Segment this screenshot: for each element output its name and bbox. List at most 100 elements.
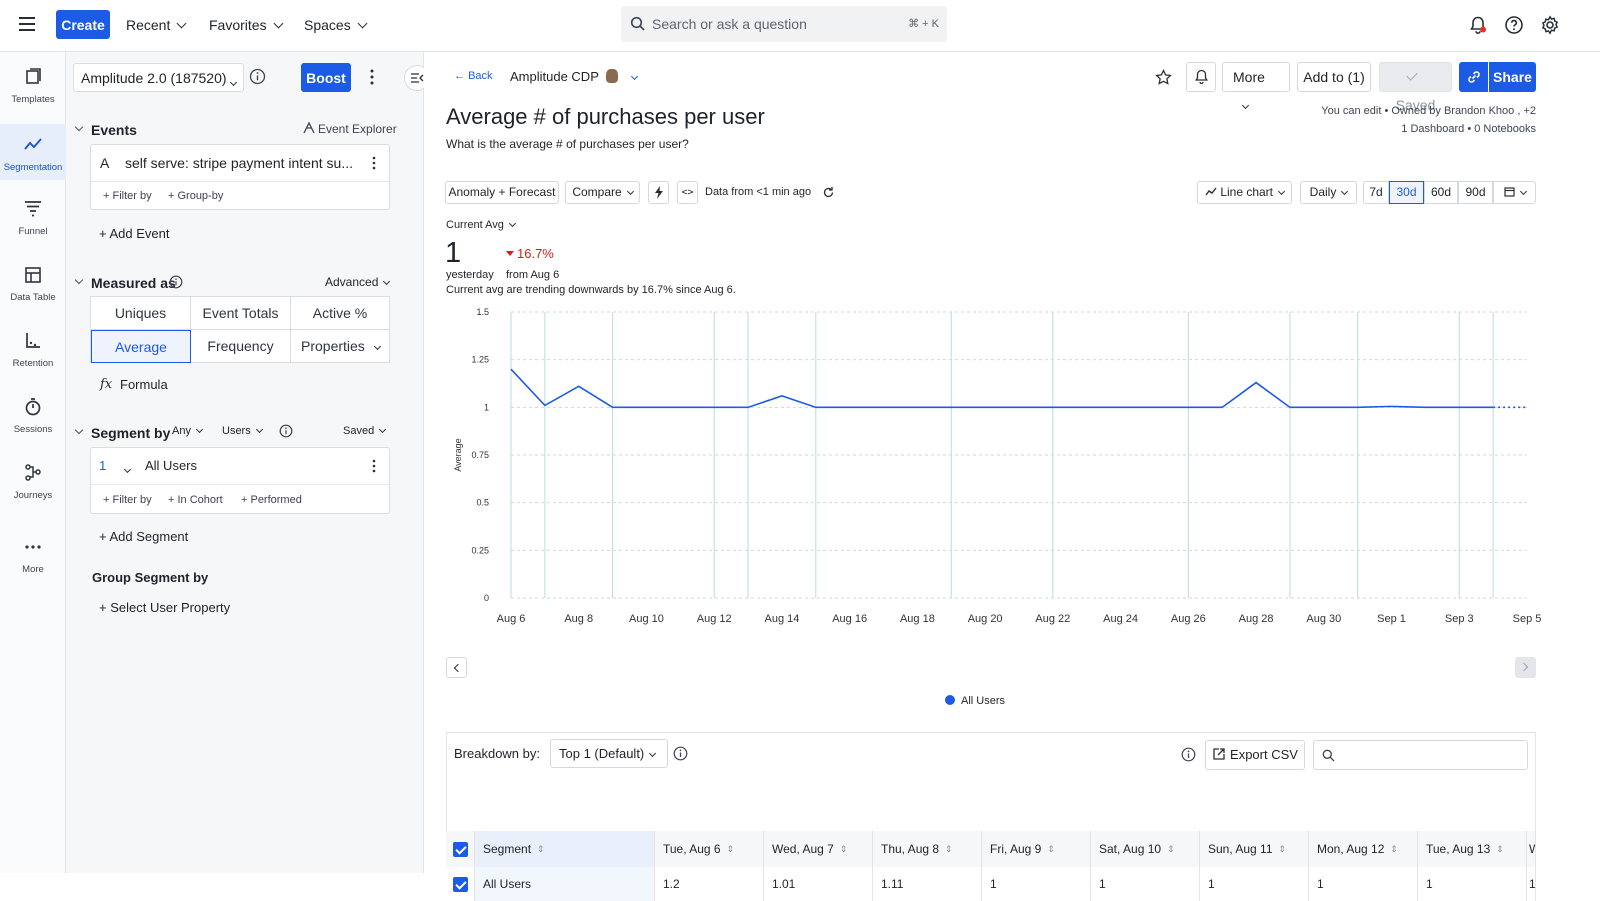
row-checkbox[interactable]	[453, 877, 468, 892]
advanced-dropdown[interactable]: Advanced	[325, 275, 389, 289]
notifications-bell-icon[interactable]	[1468, 15, 1488, 35]
formula-button[interactable]: Formula	[120, 377, 168, 392]
nav-item-templates[interactable]: Templates	[0, 66, 66, 122]
line-chart[interactable]: 1.51.2510.750.50.250Aug 6Aug 8Aug 10Aug …	[424, 302, 1600, 632]
collapse-caret-icon[interactable]	[75, 276, 83, 284]
space-selector[interactable]: Amplitude CDP	[510, 69, 637, 84]
segment-name[interactable]: All Users	[145, 458, 197, 473]
event-explorer-link[interactable]: Event Explorer	[318, 122, 397, 136]
nav-item-funnel[interactable]: Funnel	[0, 198, 66, 254]
chart-next-button[interactable]	[1515, 657, 1536, 678]
column-header[interactable]: Fri, Aug 9⇕	[982, 831, 1091, 867]
back-link[interactable]: ← Back	[454, 70, 493, 82]
favorites-menu[interactable]: Favorites	[201, 10, 290, 40]
measure-active-percent[interactable]: Active %	[291, 297, 390, 330]
nav-item-sessions[interactable]: Sessions	[0, 396, 66, 452]
measure-event-totals[interactable]: Event Totals	[191, 297, 291, 330]
any-dropdown[interactable]: Any	[172, 425, 202, 437]
more-options-vertical-icon[interactable]	[366, 68, 378, 86]
column-header[interactable]: Sun, Aug 11⇕	[1200, 831, 1309, 867]
metric-dropdown[interactable]: Current Avg	[446, 219, 515, 231]
event-options-icon[interactable]	[370, 156, 378, 170]
custom-date-range-button[interactable]	[1493, 181, 1536, 204]
add-segment-button[interactable]: + Add Segment	[99, 529, 188, 544]
performed-button[interactable]: + Performed	[241, 494, 302, 506]
nav-item-journeys[interactable]: Journeys	[0, 462, 66, 518]
sort-icon[interactable]: ⇕	[945, 831, 953, 867]
chart-legend[interactable]: All Users	[945, 695, 1005, 707]
nav-item-segmentation[interactable]: Segmentation	[0, 124, 66, 180]
anomaly-forecast-button[interactable]: Anomaly + Forecast	[445, 181, 559, 204]
subscribe-alert-button[interactable]	[1186, 62, 1216, 92]
sort-icon[interactable]: ⇕	[1279, 831, 1287, 867]
info-icon[interactable]	[1181, 747, 1196, 762]
column-header[interactable]: W	[1527, 831, 1536, 867]
sort-icon[interactable]: ⇕	[1047, 831, 1055, 867]
measure-uniques[interactable]: Uniques	[91, 297, 191, 330]
users-dropdown[interactable]: Users	[222, 425, 262, 437]
segment-column-header[interactable]: Segment⇕	[475, 831, 655, 867]
column-header[interactable]: Tue, Aug 6⇕	[655, 831, 764, 867]
column-header[interactable]: Tue, Aug 13⇕	[1418, 831, 1527, 867]
event-filter-by-button[interactable]: + Filter by	[103, 190, 152, 202]
export-csv-button[interactable]: Export CSV	[1205, 740, 1305, 770]
sort-icon[interactable]: ⇕	[840, 831, 848, 867]
saved-button[interactable]: Saved	[1379, 62, 1452, 92]
nav-item-data-table[interactable]: Data Table	[0, 264, 66, 320]
code-view-button[interactable]: <>	[677, 181, 698, 204]
compare-dropdown[interactable]: Compare	[565, 181, 640, 204]
info-icon[interactable]	[249, 68, 266, 85]
favorite-star-icon[interactable]	[1155, 69, 1172, 86]
add-event-button[interactable]: + Add Event	[99, 226, 169, 241]
select-user-property-button[interactable]: + Select User Property	[99, 600, 230, 615]
measure-average[interactable]: Average	[91, 330, 191, 363]
create-button[interactable]: Create	[56, 10, 110, 39]
chart-prev-button[interactable]	[446, 657, 467, 678]
sort-icon[interactable]: ⇕	[537, 831, 545, 867]
copy-link-button[interactable]	[1459, 62, 1488, 92]
interval-dropdown[interactable]: Daily	[1300, 181, 1357, 204]
add-to-button[interactable]: Add to (1)	[1297, 62, 1371, 92]
sort-icon[interactable]: ⇕	[1496, 831, 1504, 867]
column-header[interactable]: Thu, Aug 8⇕	[873, 831, 982, 867]
info-icon[interactable]	[673, 746, 688, 761]
table-search-input[interactable]	[1313, 740, 1528, 770]
saved-segments-dropdown[interactable]: Saved	[343, 425, 385, 437]
search-input[interactable]: Search or ask a question ⌘ + K	[621, 6, 947, 42]
settings-gear-icon[interactable]	[1540, 15, 1560, 35]
dashboards-notebooks-link[interactable]: 1 Dashboard • 0 Notebooks	[1401, 123, 1536, 135]
recent-menu[interactable]: Recent	[118, 10, 193, 40]
chart-description[interactable]: What is the average # of purchases per u…	[446, 137, 689, 151]
info-icon[interactable]	[169, 275, 183, 289]
breakdown-dropdown[interactable]: Top 1 (Default)	[550, 739, 668, 768]
hamburger-menu-icon[interactable]	[19, 17, 35, 31]
boost-button[interactable]: Boost	[301, 63, 351, 92]
chevron-down-icon[interactable]	[124, 466, 131, 473]
measure-properties[interactable]: Properties	[291, 330, 390, 363]
nav-item-more[interactable]: More	[0, 536, 66, 586]
sort-icon[interactable]: ⇕	[727, 831, 735, 867]
range-7d[interactable]: 7d	[1363, 181, 1389, 204]
info-icon[interactable]	[279, 424, 293, 438]
event-group-by-button[interactable]: + Group-by	[168, 190, 223, 202]
table-cell-segment[interactable]: All Users	[475, 867, 655, 901]
more-button[interactable]: More	[1222, 62, 1290, 92]
select-all-checkbox[interactable]	[453, 842, 468, 857]
chart-title[interactable]: Average # of purchases per user	[446, 104, 765, 130]
segment-filter-by-button[interactable]: + Filter by	[103, 494, 152, 506]
segment-options-icon[interactable]	[370, 459, 378, 473]
sort-icon[interactable]: ⇕	[1390, 831, 1398, 867]
range-30d[interactable]: 30d	[1389, 181, 1424, 204]
collapse-caret-icon[interactable]	[75, 123, 83, 131]
refresh-icon[interactable]	[822, 186, 835, 199]
chart-type-dropdown[interactable]: Line chart	[1197, 181, 1292, 204]
project-selector[interactable]: Amplitude 2.0 (187520)	[73, 63, 244, 92]
column-header[interactable]: Wed, Aug 7⇕	[764, 831, 873, 867]
help-icon[interactable]	[1504, 15, 1524, 35]
event-name[interactable]: self serve: stripe payment intent su...	[125, 155, 353, 171]
collapse-caret-icon[interactable]	[75, 426, 83, 434]
spaces-menu[interactable]: Spaces	[296, 10, 374, 40]
sort-icon[interactable]: ⇕	[1167, 831, 1175, 867]
row-select-cell[interactable]	[446, 867, 475, 901]
select-all-header[interactable]	[446, 831, 475, 867]
